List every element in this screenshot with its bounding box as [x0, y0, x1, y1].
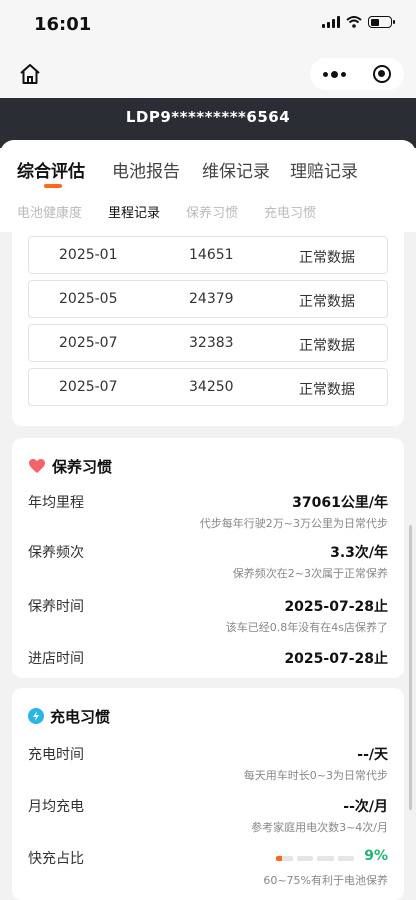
- mileage-row: 2025-07 32383 正常数据: [28, 324, 388, 362]
- mileage-km: 34250: [189, 379, 234, 395]
- annual-mileage-label: 年均里程: [28, 495, 84, 511]
- status-icons: [322, 16, 395, 28]
- annual-mileage-value: 37061公里/年: [292, 495, 388, 511]
- subtab-battery-health[interactable]: 电池健康度: [17, 202, 82, 221]
- battery-icon: [368, 16, 395, 28]
- maintenance-habits-card: 保养习惯 年均里程 37061公里/年 代步每年行驶2万~3万公里为日常代步 保…: [12, 438, 404, 678]
- mileage-row: 2025-07 34250 正常数据: [28, 368, 388, 406]
- subtab-maintenance-habits[interactable]: 保养习惯: [186, 202, 238, 221]
- close-target-icon[interactable]: [372, 65, 391, 83]
- mileage-status: 正常数据: [299, 250, 355, 266]
- fast-charge-segment: [276, 856, 293, 861]
- fast-charge-label: 快充占比: [28, 851, 84, 867]
- subtab-charging-habits[interactable]: 充电习惯: [264, 202, 316, 221]
- maintenance-frequency-label: 保养频次: [28, 545, 84, 561]
- mileage-status: 正常数据: [299, 294, 355, 310]
- charging-habits-card: 充电习惯 充电时间 --/天 每天用车时长0~3为日常代步 月均充电 --次/月…: [12, 688, 404, 900]
- content-area: 2025-01 14651 正常数据 2025-05 24379 正常数据 20…: [0, 232, 416, 900]
- tab-maintenance-records[interactable]: 维保记录: [202, 157, 270, 182]
- mileage-km: 14651: [189, 247, 234, 263]
- tab-battery-report[interactable]: 电池报告: [112, 157, 180, 182]
- charging-title-text: 充电习惯: [50, 708, 111, 726]
- heart-icon: [29, 459, 45, 473]
- mileage-row: 2025-01 14651 正常数据: [28, 236, 388, 274]
- main-tabs: 综合评估 电池报告 维保记录 理赔记录: [0, 140, 416, 192]
- active-tab-indicator: [44, 184, 62, 188]
- mileage-km: 32383: [189, 335, 234, 351]
- home-icon[interactable]: [18, 62, 42, 86]
- maintenance-frequency-value: 3.3次/年: [330, 545, 388, 561]
- store-visit-value: 2025-07-28止: [284, 651, 388, 667]
- report-sheet: 综合评估 电池报告 维保记录 理赔记录 电池健康度 里程记录 保养习惯 充电习惯…: [0, 140, 416, 900]
- more-icon[interactable]: [323, 70, 347, 78]
- fast-charge-segment: [337, 856, 354, 861]
- mileage-date: 2025-05: [59, 291, 118, 307]
- vin-text: LDP9*********6564: [125, 108, 291, 126]
- status-time: 16:01: [34, 14, 92, 35]
- status-bar: 16:01: [0, 0, 416, 50]
- monthly-charging-label: 月均充电: [28, 799, 84, 815]
- fast-charge-percent: 9%: [364, 848, 388, 864]
- maintenance-title: 保养习惯: [28, 456, 112, 477]
- mileage-date: 2025-01: [59, 247, 118, 263]
- mileage-card: 2025-01 14651 正常数据 2025-05 24379 正常数据 20…: [12, 232, 404, 426]
- fast-charge-segment: [317, 856, 334, 861]
- charging-time-value: --/天: [357, 747, 388, 763]
- tab-overall-assessment[interactable]: 综合评估: [17, 157, 85, 182]
- store-visit-label: 进店时间: [28, 651, 84, 667]
- signal-icon: [322, 16, 340, 28]
- charging-time-note: 每天用车时长0~3为日常代步: [243, 769, 388, 782]
- fast-charge-segment: [296, 856, 313, 861]
- mini-program-capsule: [310, 58, 404, 90]
- nav-bar: [0, 50, 416, 98]
- mileage-status: 正常数据: [299, 382, 355, 398]
- tab-claim-records[interactable]: 理赔记录: [290, 157, 358, 182]
- lightning-icon: [28, 708, 44, 724]
- subtab-mileage-records[interactable]: 里程记录: [108, 202, 160, 221]
- mileage-status: 正常数据: [299, 338, 355, 354]
- scrollbar[interactable]: [409, 525, 412, 810]
- monthly-charging-value: --次/月: [343, 799, 388, 815]
- mileage-km: 24379: [189, 291, 234, 307]
- sub-tabs: 电池健康度 里程记录 保养习惯 充电习惯: [0, 198, 416, 228]
- charging-title: 充电习惯: [28, 706, 110, 727]
- mileage-row: 2025-05 24379 正常数据: [28, 280, 388, 318]
- mileage-date: 2025-07: [59, 379, 118, 395]
- charging-time-label: 充电时间: [28, 747, 84, 763]
- maintenance-time-value: 2025-07-28止: [284, 599, 388, 615]
- monthly-charging-note: 参考家庭用电次数3~4次/月: [251, 821, 388, 834]
- wifi-icon: [346, 16, 362, 28]
- maintenance-time-label: 保养时间: [28, 599, 84, 615]
- annual-mileage-note: 代步每年行驶2万~3万公里为日常代步: [199, 517, 388, 530]
- mileage-date: 2025-07: [59, 335, 118, 351]
- maintenance-time-note: 该车已经0.8年没有在4s店保养了: [225, 621, 388, 634]
- fast-charge-bar: [276, 856, 354, 861]
- maintenance-frequency-note: 保养频次在2~3次属于正常保养: [232, 567, 388, 580]
- maintenance-title-text: 保养习惯: [52, 458, 113, 476]
- fast-charge-note: 60~75%有利于电池保养: [263, 874, 388, 887]
